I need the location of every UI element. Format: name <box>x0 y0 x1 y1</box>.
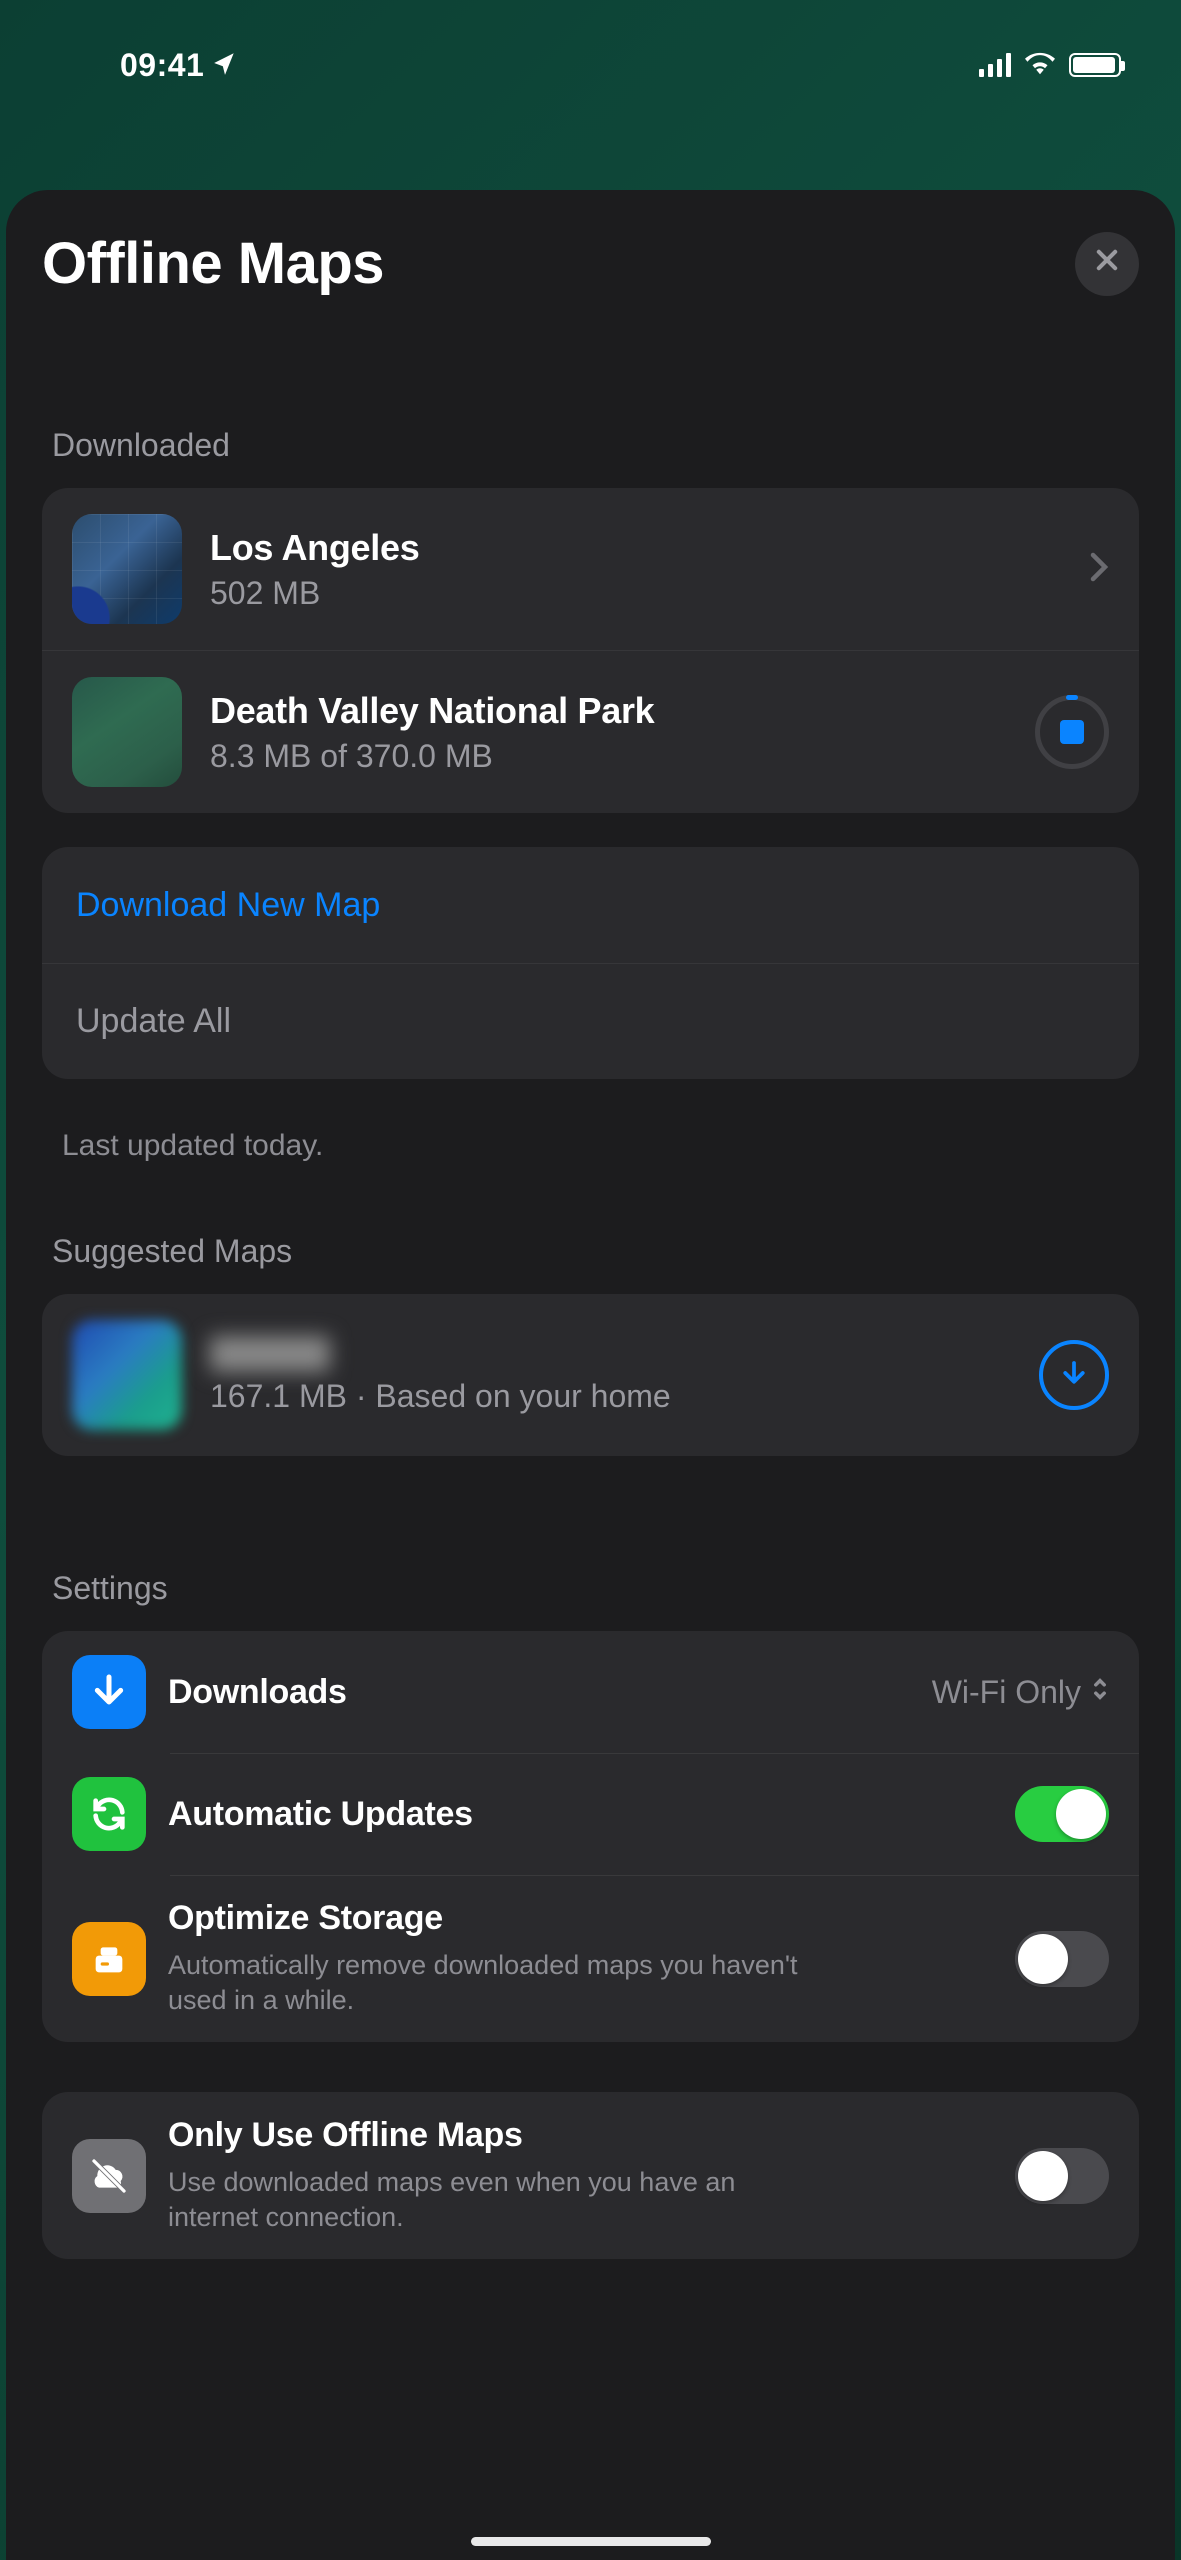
downloads-setting-row[interactable]: Downloads Wi-Fi Only <box>42 1631 1139 1753</box>
downloaded-actions-group: Download New Map Update All <box>42 847 1139 1079</box>
map-download-progress: 8.3 MB of 370.0 MB <box>210 738 1007 775</box>
map-thumbnail <box>72 677 182 787</box>
download-new-map-button[interactable]: Download New Map <box>42 847 1139 963</box>
downloads-icon <box>72 1655 146 1729</box>
map-thumbnail <box>72 514 182 624</box>
downloads-value: Wi-Fi Only <box>932 1674 1081 1711</box>
downloaded-map-row[interactable]: Death Valley National Park 8.3 MB of 370… <box>42 650 1139 813</box>
download-arrow-icon <box>1059 1358 1089 1393</box>
only-offline-maps-row[interactable]: Only Use Offline Maps Use downloaded map… <box>42 2092 1139 2259</box>
location-arrow-icon <box>212 50 238 81</box>
up-down-chevron-icon <box>1091 1674 1109 1711</box>
wifi-icon <box>1025 51 1055 80</box>
map-title-redacted <box>210 1336 330 1372</box>
cloud-slash-icon <box>72 2139 146 2213</box>
suggested-maps-group: 167.1 MB · Based on your home <box>42 1294 1139 1456</box>
map-suggestion-subtitle: 167.1 MB · Based on your home <box>210 1378 1011 1415</box>
update-all-label: Update All <box>76 1002 231 1041</box>
last-updated-note: Last updated today. <box>42 1113 1139 1233</box>
stop-icon <box>1060 720 1084 744</box>
cellular-signal-icon <box>979 53 1011 77</box>
downloaded-section-header: Downloaded <box>42 427 1139 464</box>
battery-icon <box>1069 53 1121 77</box>
only-offline-maps-label: Only Use Offline Maps <box>168 2116 993 2155</box>
optimize-storage-toggle[interactable] <box>1015 1931 1109 1987</box>
map-size: 502 MB <box>210 575 1061 612</box>
download-new-map-label: Download New Map <box>76 886 380 925</box>
update-all-button[interactable]: Update All <box>42 963 1139 1079</box>
storage-icon <box>72 1922 146 1996</box>
status-time: 09:41 <box>120 47 204 84</box>
downloaded-map-row[interactable]: Los Angeles 502 MB <box>42 488 1139 650</box>
map-title: Death Valley National Park <box>210 690 1007 732</box>
automatic-updates-label: Automatic Updates <box>168 1795 993 1834</box>
refresh-icon <box>72 1777 146 1851</box>
stop-download-button[interactable] <box>1035 695 1109 769</box>
download-button[interactable] <box>1039 1340 1109 1410</box>
home-indicator[interactable] <box>471 2537 711 2546</box>
status-bar: 09:41 <box>0 0 1181 130</box>
offline-maps-sheet: Offline Maps Downloaded Los Angeles 502 … <box>6 190 1175 2560</box>
map-title: Los Angeles <box>210 527 1061 569</box>
map-thumbnail <box>72 1320 182 1430</box>
optimize-storage-label: Optimize Storage <box>168 1899 993 1938</box>
close-button[interactable] <box>1075 232 1139 296</box>
automatic-updates-row[interactable]: Automatic Updates <box>42 1753 1139 1875</box>
chevron-right-icon <box>1089 552 1109 587</box>
optimize-storage-desc: Automatically remove downloaded maps you… <box>168 1948 808 2018</box>
settings-group-1: Downloads Wi-Fi Only Automatic Updates O… <box>42 1631 1139 2042</box>
suggested-map-row[interactable]: 167.1 MB · Based on your home <box>42 1294 1139 1456</box>
automatic-updates-toggle[interactable] <box>1015 1786 1109 1842</box>
optimize-storage-row[interactable]: Optimize Storage Automatically remove do… <box>42 1875 1139 2042</box>
page-title: Offline Maps <box>42 230 384 297</box>
settings-group-2: Only Use Offline Maps Use downloaded map… <box>42 2092 1139 2259</box>
close-icon <box>1093 245 1121 282</box>
only-offline-maps-toggle[interactable] <box>1015 2148 1109 2204</box>
downloads-label: Downloads <box>168 1673 910 1712</box>
downloaded-maps-group: Los Angeles 502 MB Death Valley National… <box>42 488 1139 813</box>
suggested-section-header: Suggested Maps <box>42 1233 1139 1270</box>
only-offline-maps-desc: Use downloaded maps even when you have a… <box>168 2165 808 2235</box>
settings-section-header: Settings <box>42 1570 1139 1607</box>
